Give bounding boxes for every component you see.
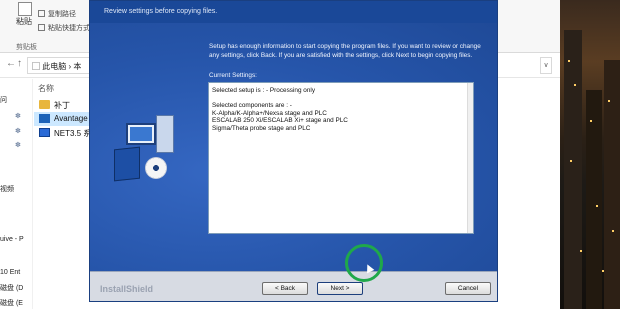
breadcrumb-separator: › <box>68 62 72 71</box>
nav-item[interactable]: uive - P <box>0 236 24 243</box>
settings-line: Sigma/Theta probe stage and PLC <box>212 124 311 132</box>
breadcrumb-next[interactable]: 本 <box>73 62 81 71</box>
app-icon <box>39 114 50 123</box>
list-item[interactable]: Avantage <box>34 112 94 126</box>
list-item[interactable]: 补丁 <box>34 98 94 112</box>
folder-icon <box>39 100 50 109</box>
list-item[interactable]: NET3.5 系 <box>34 126 94 140</box>
paste-shortcut-icon <box>38 24 45 31</box>
paste-shortcut-button[interactable]: 粘贴快捷方式 <box>38 23 90 33</box>
paste-button[interactable]: 粘贴 <box>16 16 32 27</box>
nav-item[interactable]: 问 <box>0 95 7 105</box>
settings-line: ESCALAB 250 Xi/ESCALAB Xi+ stage and PLC <box>212 117 348 125</box>
building-silhouette <box>564 30 582 309</box>
window-light <box>612 230 614 232</box>
pin-icon[interactable]: ✽ <box>15 112 21 120</box>
pin-icon[interactable]: ✽ <box>15 141 21 149</box>
cd-disc-icon <box>145 157 167 179</box>
window-light <box>596 205 598 207</box>
current-settings-textbox[interactable]: Selected setup is : - Processing only Se… <box>208 82 474 234</box>
net-icon <box>39 128 50 137</box>
folder-path-icon: ▢ <box>32 62 40 71</box>
intro-text: Setup has enough information to start co… <box>209 43 481 59</box>
clipboard-group-label: 剪贴板 <box>16 44 37 51</box>
file-list: 名称 补丁 Avantage NET3.5 系 <box>34 79 94 309</box>
installer-dialog: Review settings before copying files. Se… <box>89 0 498 302</box>
current-settings-label: Current Settings: <box>209 72 257 79</box>
nav-item[interactable]: 视频 <box>0 184 14 194</box>
click-highlight-ring <box>345 244 383 282</box>
dialog-footer: InstallShield < Back Next > Cancel <box>90 271 497 301</box>
dialog-subtitle: Review settings before copying files. <box>104 8 218 15</box>
window-light <box>568 60 570 62</box>
paste-icon[interactable] <box>18 2 32 16</box>
window-light <box>570 160 572 162</box>
window-light <box>608 100 610 102</box>
monitor-screen-icon <box>130 127 152 141</box>
dialog-body: Setup has enough information to start co… <box>90 23 497 271</box>
building-silhouette <box>604 60 620 309</box>
navigation-pane: 问 ✽ ✽ ✽ 视频 uive - P 10 Ent 磁盘 (D 磁盘 (E <box>0 79 33 309</box>
computer-tower-icon <box>156 115 174 153</box>
back-arrow-icon[interactable]: ← <box>6 58 16 69</box>
building-silhouette <box>586 90 602 309</box>
nav-item[interactable]: 10 Ent <box>0 269 20 276</box>
settings-line <box>212 95 470 103</box>
back-button[interactable]: < Back <box>262 282 308 295</box>
copy-path-button[interactable]: 复制路径 <box>38 9 76 19</box>
dialog-header: Review settings before copying files. <box>90 1 497 23</box>
address-bar[interactable]: ▢ 此电脑 › 本 <box>27 57 91 74</box>
desktop-wallpaper-city <box>560 0 620 309</box>
nav-item[interactable]: 磁盘 (E <box>0 298 23 308</box>
installshield-brand: InstallShield <box>100 284 154 294</box>
address-dropdown-icon[interactable]: ∨ <box>540 57 552 74</box>
pin-icon[interactable]: ✽ <box>15 127 21 135</box>
window-light <box>580 250 582 252</box>
cancel-button[interactable]: Cancel <box>445 282 491 295</box>
window-light <box>574 84 576 86</box>
up-arrow-icon[interactable]: ↑ <box>17 58 22 69</box>
settings-line: Selected components are : - <box>212 102 292 110</box>
software-box-icon <box>114 146 140 182</box>
window-light <box>590 120 592 122</box>
settings-line: Selected setup is : - Processing only <box>212 87 316 94</box>
next-button[interactable]: Next > <box>317 282 363 295</box>
column-header-name[interactable]: 名称 <box>38 83 54 94</box>
nav-item[interactable]: 磁盘 (D <box>0 283 23 293</box>
settings-line: K-Alpha/K-Alpha+/Nexsa stage and PLC <box>212 109 327 117</box>
copy-path-icon <box>38 10 45 17</box>
settings-scrollbar[interactable] <box>467 83 473 233</box>
window-light <box>602 270 604 272</box>
breadcrumb-root[interactable]: 此电脑 <box>42 62 66 71</box>
